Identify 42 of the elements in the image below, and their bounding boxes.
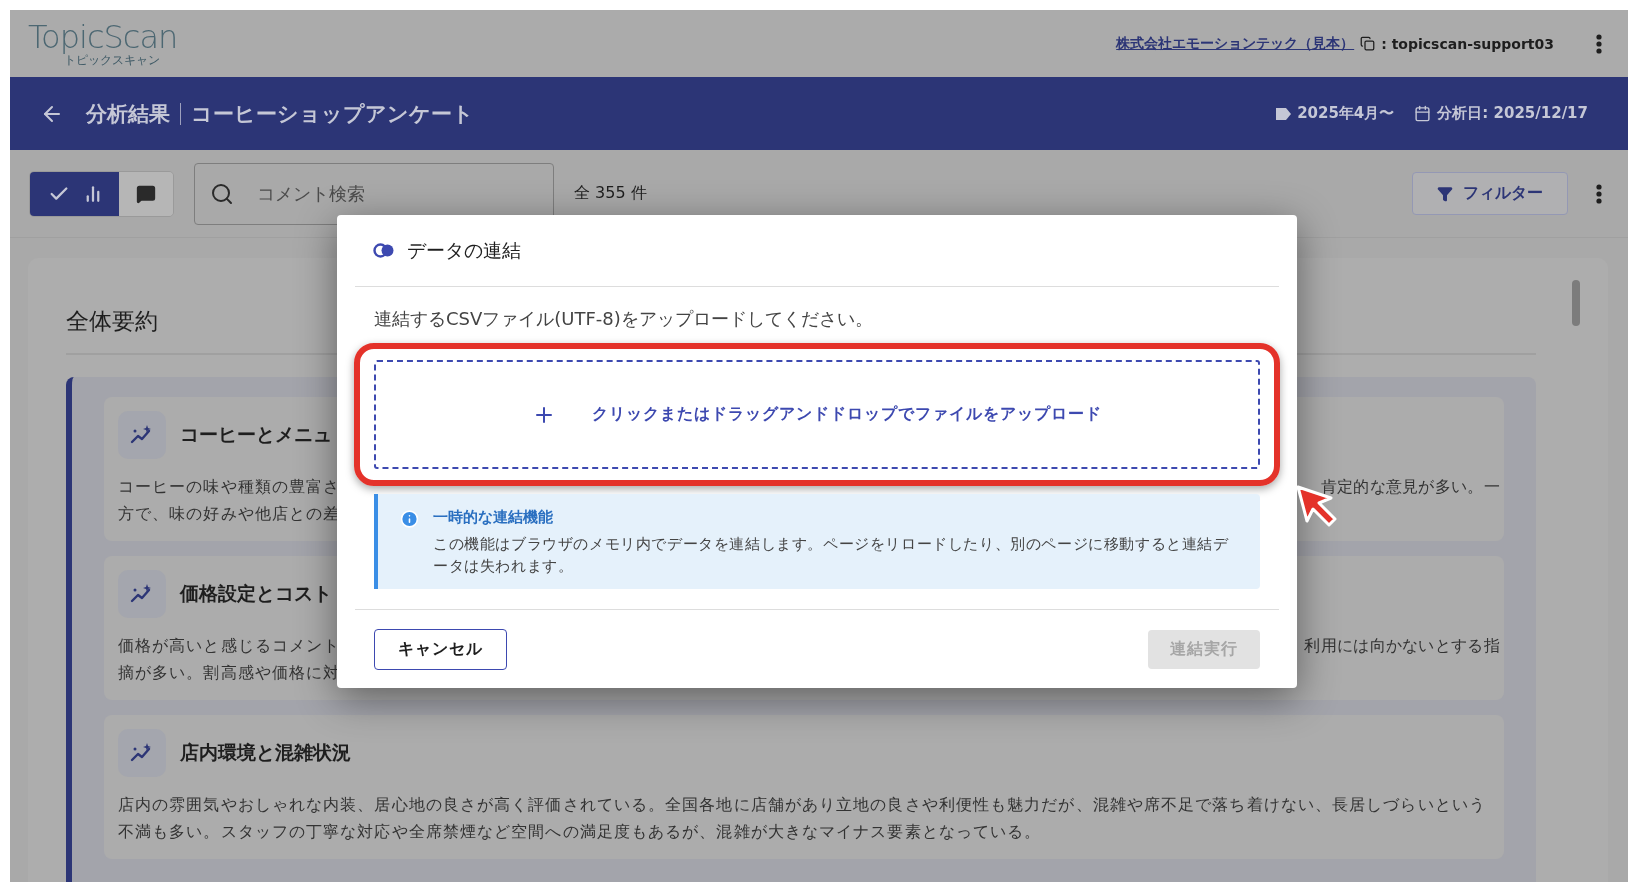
search-icon [210,181,234,206]
dialog-title: データの連結 [407,237,521,263]
logo-subtitle: トピックスキャン [64,54,160,67]
file-dropzone[interactable]: クリックまたはドラッグアンドドロップでファイルをアップロード [374,360,1260,469]
more-menu-icon [1596,33,1602,54]
period-text: 2025年4月〜 [1297,104,1395,123]
filter-button[interactable]: フィルター [1412,172,1568,215]
topic-summary-line: コーヒーの味や種類の豊富さ [118,476,341,498]
more-menu-icon [1596,183,1602,204]
info-text: この機能はブラウザのメモリ内でデータを連結します。ページをリロードしたり、別のページに移動すると連結データは失われます。 [432,534,1230,577]
analysis-date: 分析日: 2025/12/17 [1437,104,1588,123]
company-link[interactable]: 株式会社エモーションテック（見本） [1116,34,1355,53]
topic-summary-line: 利用には向かないとする指 [1304,635,1500,657]
topic-summary-line: 価格が高いと感じるコメント [118,635,341,657]
more-menu-button[interactable] [1596,33,1602,54]
comment-count: 全 355 件 [574,183,647,204]
info-icon [400,508,419,530]
topic-title: 価格設定とコスト [180,581,332,606]
topic-summary-line: 肯定的な意見が多い。一 [1320,476,1500,498]
page-title: 分析結果 [86,100,170,128]
topic-title: コーヒーとメニュ [180,422,332,447]
info-title: 一時的な連結機能 [432,508,554,527]
view-toggle-button[interactable] [119,171,173,216]
copy-icon[interactable] [1360,36,1376,51]
scrollbar-thumb[interactable] [1572,280,1580,326]
label-icon [1275,107,1292,120]
topic-summary-line: 方で、味の好みや他店との差 [118,503,341,525]
view-toggle-button[interactable] [30,171,119,216]
calendar-icon [1414,105,1432,122]
topic-summary: 店内の雰囲気やおしゃれな内装、居心地の良さが高く評価されている。全国各地に店舗があり立地の良さや利便性も魅力だが、混雑や席不足で落ち着けない、長居しづらいという不満も多い。スタッフの丁寧な対応や全席禁煙など空間への満足度もあるが、混雑が大きなマイナス要素となっている。 [118,794,1487,843]
logo: TopicScan [28,20,178,54]
topic-summary-line: 摘が多い。割高感や価格に対 [118,662,341,684]
more-menu-button[interactable] [1596,183,1602,204]
comment-search-field[interactable]: コメント検索 [194,162,554,225]
survey-title: コーヒーショップアンケート [191,100,474,128]
linked-circles-icon [373,243,395,258]
cancel-button[interactable]: キャンセル [374,628,507,670]
comment-icon [136,183,156,204]
user-id: : topicscan-support03 [1381,35,1554,52]
topic-title: 店内環境と混雑状況 [180,740,351,765]
filter-icon [1437,185,1453,202]
dialog-description: 連結するCSVファイル(UTF-8)をアップロードしてください。 [374,307,874,331]
